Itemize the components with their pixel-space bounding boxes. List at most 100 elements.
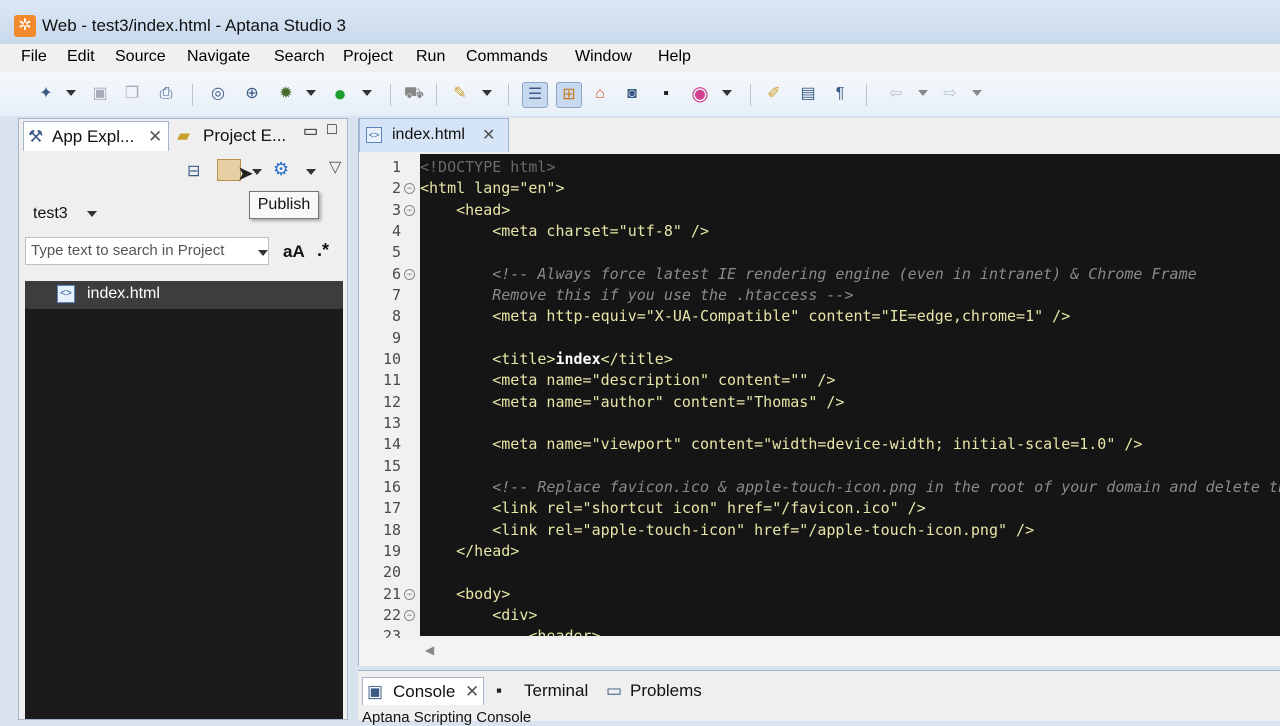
wand-dropdown-icon[interactable]: [482, 90, 492, 96]
color-dropdown-icon[interactable]: [722, 90, 732, 96]
console-icon: ▣: [367, 682, 384, 701]
highlight-icon[interactable]: ✐: [762, 82, 786, 106]
tab-project-explorer-label: Project E...: [203, 126, 287, 145]
fold-icon[interactable]: −: [404, 610, 415, 621]
code-editor[interactable]: <!DOCTYPE html> <html lang="en"> <head> <…: [420, 154, 1280, 636]
search-file-icon[interactable]: ⊕: [240, 82, 264, 106]
menu-run[interactable]: Run: [416, 48, 445, 66]
tree-item-index-html[interactable]: <> index.html: [25, 281, 343, 309]
run-icon[interactable]: ●: [328, 82, 352, 106]
fold-icon[interactable]: −: [404, 269, 415, 280]
menu-help[interactable]: Help: [658, 48, 691, 66]
project-selector-dropdown-icon[interactable]: [87, 211, 97, 217]
line-number: 2: [391, 179, 401, 197]
regex-toggle[interactable]: .*: [317, 240, 329, 261]
menu-project[interactable]: Project: [343, 48, 393, 66]
code-line: <div>: [492, 606, 538, 624]
line-number: 10: [382, 350, 401, 368]
menu-file[interactable]: File: [21, 48, 47, 66]
minimize-icon[interactable]: ▭: [303, 121, 318, 141]
line-number: 3: [391, 201, 401, 219]
terminal-icon: ▪: [496, 681, 503, 700]
line-number: 12: [382, 393, 401, 411]
forward-icon[interactable]: ⇨: [938, 82, 962, 106]
new-icon[interactable]: ✦: [34, 82, 58, 106]
line-number: 18: [382, 521, 401, 539]
html-file-icon: <>: [57, 285, 75, 303]
tab-console[interactable]: ▣ Console ✕: [362, 677, 484, 705]
code-line: <!-- Replace favicon.ico & apple-touch-i…: [492, 478, 1280, 496]
preview-icon[interactable]: ◙: [620, 82, 644, 106]
color-wheel-icon[interactable]: ◉: [688, 82, 712, 106]
debug-dropdown-icon[interactable]: [306, 90, 316, 96]
view-menu-icon[interactable]: ▽: [329, 157, 341, 177]
tab-problems-label: Problems: [630, 681, 702, 700]
code-line: <body>: [456, 585, 511, 603]
code-line: <!DOCTYPE html>: [420, 158, 556, 176]
publish-tooltip: Publish: [249, 191, 319, 219]
editor-tab-label: index.html: [392, 126, 465, 143]
menu-navigate[interactable]: Navigate: [187, 48, 250, 66]
back-dropdown-icon[interactable]: [918, 90, 928, 96]
toggle-block-icon[interactable]: ▤: [796, 82, 820, 106]
close-icon[interactable]: ✕: [482, 125, 495, 145]
code-line: <meta charset="utf-8" />: [492, 222, 709, 240]
publish-dropdown-icon[interactable]: [252, 169, 262, 175]
run-dropdown-icon[interactable]: [362, 90, 372, 96]
debug-icon[interactable]: ✹: [274, 82, 298, 106]
menu-search[interactable]: Search: [274, 48, 325, 66]
home-icon[interactable]: ⌂: [588, 82, 612, 106]
settings-dropdown-icon[interactable]: [306, 169, 316, 175]
terminal-icon[interactable]: ▪: [654, 82, 678, 106]
close-icon[interactable]: ✕: [148, 122, 162, 152]
project-search-input[interactable]: Type text to search in Project: [25, 237, 269, 265]
deploy-icon[interactable]: ⛟: [402, 82, 426, 106]
print-icon[interactable]: ⎙: [154, 82, 178, 106]
open-type-icon[interactable]: ◎: [206, 82, 230, 106]
show-whitespace-icon[interactable]: ¶: [828, 82, 852, 106]
tab-app-explorer[interactable]: ⚒ App Expl... ✕: [23, 121, 169, 151]
toolbar-separator: [390, 84, 391, 106]
scroll-left-icon[interactable]: ◀: [425, 643, 434, 657]
line-number: 14: [382, 435, 401, 453]
wand-icon[interactable]: ✎: [448, 82, 472, 106]
fold-icon[interactable]: −: [404, 205, 415, 216]
close-icon[interactable]: ✕: [465, 678, 479, 706]
fold-icon[interactable]: −: [404, 183, 415, 194]
app-explorer-icon: ⚒: [28, 127, 44, 146]
new-dropdown-icon[interactable]: [66, 90, 76, 96]
fold-icon[interactable]: −: [404, 589, 415, 600]
tab-index-html[interactable]: <> index.html ✕: [359, 118, 509, 152]
line-number: 1: [391, 158, 401, 176]
search-dropdown-icon[interactable]: [258, 250, 268, 256]
toolbar-separator: [436, 84, 437, 106]
back-icon[interactable]: ⇦: [884, 82, 908, 106]
maximize-icon[interactable]: □: [327, 121, 337, 139]
tab-console-label: Console: [393, 682, 456, 701]
toolbar-separator: [866, 84, 867, 106]
line-number-gutter: 1 2 − 3 − 4 5 6 − 7 8 9 10 11 12 13 14 1…: [359, 154, 419, 645]
menu-source[interactable]: Source: [115, 48, 166, 66]
code-line: <meta name="viewport" content="width=dev…: [492, 435, 1143, 453]
save-all-icon[interactable]: ❐: [120, 82, 144, 106]
project-selector[interactable]: test3: [33, 205, 68, 223]
collapse-all-icon[interactable]: ⊟: [187, 161, 200, 181]
menu-bar: File Edit Source Navigate Search Project…: [0, 44, 1280, 72]
outline-perspective-icon[interactable]: ⊞: [556, 82, 582, 108]
menu-window[interactable]: Window: [575, 48, 632, 66]
toolbar-separator: [750, 84, 751, 106]
html-file-icon: <>: [366, 127, 382, 143]
console-panel: ▣ Console ✕ ▪ Terminal ▭ Problems Aptana…: [358, 670, 1280, 726]
code-line: <head>: [456, 201, 511, 219]
web-perspective-icon[interactable]: ☰: [522, 82, 548, 108]
window-title: Web - test3/index.html - Aptana Studio 3: [42, 16, 346, 35]
horizontal-scrollbar[interactable]: ◀: [359, 638, 1280, 666]
save-icon[interactable]: ▣: [88, 82, 112, 106]
case-sensitive-toggle[interactable]: aA: [283, 242, 305, 262]
forward-dropdown-icon[interactable]: [972, 90, 982, 96]
menu-edit[interactable]: Edit: [67, 48, 95, 66]
menu-commands[interactable]: Commands: [466, 48, 548, 66]
search-placeholder: Type text to search in Project: [31, 242, 225, 259]
editor-panel: <> index.html ✕ 1 2 − 3 − 4 5 6 − 7 8 9 …: [358, 118, 1280, 666]
settings-gear-icon[interactable]: ⚙: [273, 159, 289, 180]
